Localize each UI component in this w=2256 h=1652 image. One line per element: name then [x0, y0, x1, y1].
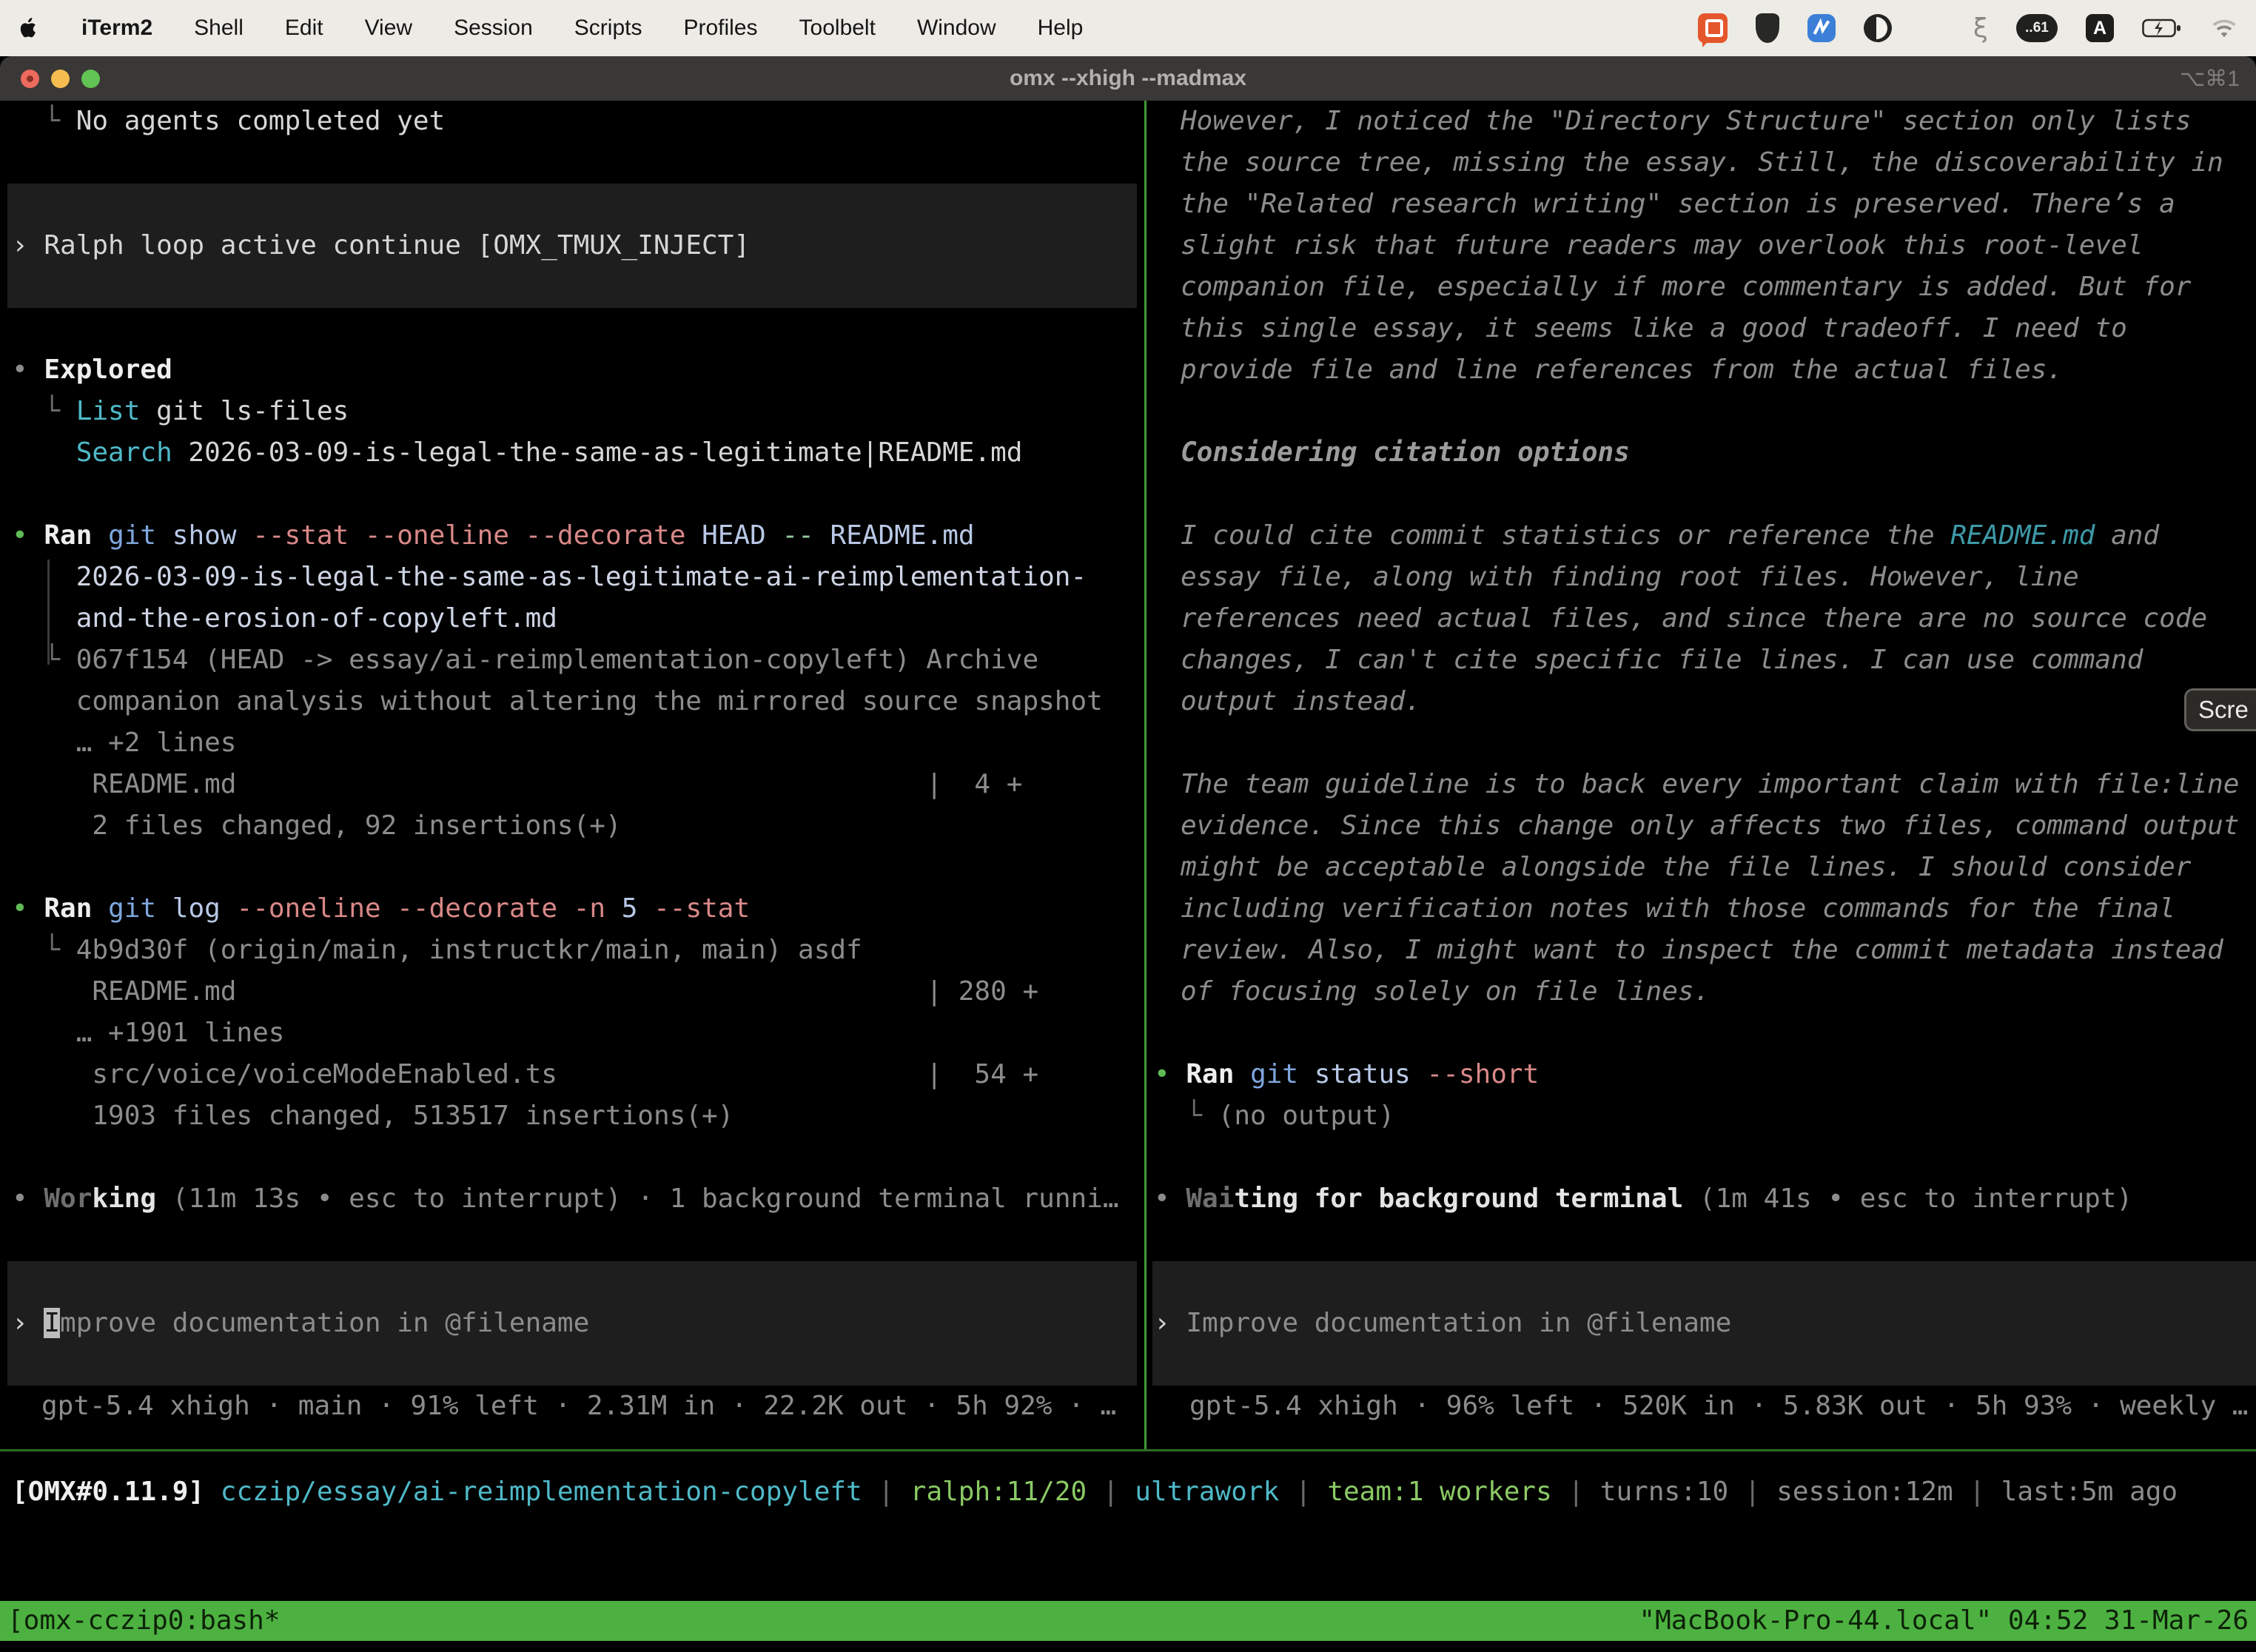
left-agent-pane: └ No agents completed yet › Ralph loop a… — [0, 101, 1146, 1449]
git-log-stat-readme: README.md | 280 + — [0, 971, 1146, 1013]
thinking-para1-line2: the source tree, missing the essay. Stil… — [1148, 142, 2256, 184]
agents-completed-line: └ No agents completed yet — [0, 101, 1146, 142]
thinking-para3-line5: review. Also, I might want to inspect th… — [1148, 930, 2256, 971]
thinking-para3-line2: evidence. Since this change only affects… — [1148, 805, 2256, 847]
zigzag-badge-icon[interactable] — [1807, 14, 1836, 42]
thinking-para3-line3: might be acceptable alongside the file l… — [1148, 847, 2256, 888]
thinking-para2-line4: changes, I can't cite specific file line… — [1148, 639, 2256, 681]
explored-header: • Explored — [0, 349, 1146, 391]
menu-item-window[interactable]: Window — [917, 16, 996, 41]
git-log-command-line: • Ran git log --oneline --decorate -n 5 … — [0, 888, 1146, 930]
git-status-command-line: • Ran git status --short — [1148, 1054, 2256, 1095]
thinking-para2-line2: essay file, along with finding root file… — [1148, 557, 2256, 598]
thinking-para3-line1: The team guideline is to back every impo… — [1148, 764, 2256, 805]
thinking-para1-line5: companion file, especially if more comme… — [1148, 266, 2256, 308]
window-title: omx --xhigh --madmax — [0, 56, 2256, 101]
menu-item-edit[interactable]: Edit — [285, 16, 323, 41]
menu-item-session[interactable]: Session — [454, 16, 533, 41]
battery-icon[interactable] — [2142, 18, 2182, 38]
thinking-para1-line6: this single essay, it seems like a good … — [1148, 308, 2256, 349]
screen-share-tab[interactable]: Scre — [2184, 688, 2256, 731]
explored-search-line: Search 2026-03-09-is-legal-the-same-as-l… — [0, 432, 1146, 474]
menu-item-iterm2[interactable]: iTerm2 — [81, 16, 152, 41]
tmux-host-clock-label: "MacBook-Pro-44.local" 04:52 31-Mar-26 — [1639, 1601, 2249, 1641]
git-log-stat-voice: src/voice/voiceModeEnabled.ts | 54 + — [0, 1054, 1146, 1095]
menu-item-scripts[interactable]: Scripts — [574, 16, 642, 41]
screen: iTerm2 Shell Edit View Session Scripts P… — [0, 0, 2256, 1652]
right-session-status-line: gpt-5.4 xhigh · 96% left · 520K in · 5.8… — [1148, 1386, 2256, 1427]
git-show-files-changed: 2 files changed, 92 insertions(+) — [0, 805, 1146, 847]
terminal: └ No agents completed yet › Ralph loop a… — [0, 101, 2256, 1652]
menu-item-view[interactable]: View — [365, 16, 412, 41]
right-agent-pane: However, I noticed the "Directory Struct… — [1148, 101, 2256, 1449]
git-log-more-lines: … +1901 lines — [0, 1013, 1146, 1054]
git-show-arg-wrap-2: and-the-erosion-of-copyleft.md — [0, 598, 1146, 639]
ralph-loop-banner-line: › Ralph loop active continue [OMX_TMUX_I… — [0, 225, 1146, 266]
thinking-para3-line6: of focusing solely on file lines. — [1148, 971, 2256, 1013]
working-status-line: • Working (11m 13s • esc to interrupt) ·… — [0, 1178, 1146, 1220]
omx-status-line: [OMX#0.11.9] cczip/essay/ai-reimplementa… — [0, 1471, 2256, 1513]
thinking-para3-line4: including verification notes with those … — [1148, 888, 2256, 930]
apple-menu-icon[interactable] — [18, 15, 40, 41]
window-shortcut-badge: ⌥⌘1 — [2180, 56, 2240, 101]
tmux-status-bar: [omx-cczip0:bash* "MacBook-Pro-44.local"… — [0, 1601, 2256, 1641]
chat-bubble-icon[interactable] — [1698, 13, 1728, 43]
tmux-session-window-label: [omx-cczip0:bash* — [7, 1601, 280, 1641]
git-show-command-line: • Ran git show --stat --oneline --decora… — [0, 515, 1146, 557]
right-prompt-input[interactable]: › Improve documentation in @filename — [1148, 1303, 2256, 1344]
git-show-arg-wrap-1: 2026-03-09-is-legal-the-same-as-legitima… — [0, 557, 1146, 598]
shield-grid-icon[interactable] — [1756, 13, 1779, 43]
thinking-para1-line3: the "Related research writing" section i… — [1148, 184, 2256, 225]
git-show-stat-readme: README.md | 4 + — [0, 764, 1146, 805]
crescent-circle-icon[interactable] — [1864, 14, 1892, 42]
waiting-status-line: • Waiting for background terminal (1m 41… — [1148, 1178, 2256, 1220]
explored-list-line: └ List git ls-files — [0, 391, 1146, 432]
menu-item-help[interactable]: Help — [1038, 16, 1084, 41]
menu-item-profiles[interactable]: Profiles — [683, 16, 757, 41]
thinking-para1-line1: However, I noticed the "Directory Struct… — [1148, 101, 2256, 142]
badge-61-icon[interactable]: ..61 — [2016, 14, 2058, 42]
thinking-para1-line4: slight risk that future readers may over… — [1148, 225, 2256, 266]
git-log-commit-line: └ 4b9d30f (origin/main, instructkr/main,… — [0, 930, 1146, 971]
git-log-files-changed: 1903 files changed, 513517 insertions(+) — [0, 1095, 1146, 1137]
thinking-para2-line3: references need actual files, and since … — [1148, 598, 2256, 639]
pane-bottom-border — [0, 1449, 2256, 1451]
git-show-more-lines: … +2 lines — [0, 722, 1146, 764]
dots-grid-icon[interactable] — [1920, 16, 1945, 41]
wifi-icon[interactable] — [2210, 17, 2238, 39]
window-title-bar: omx --xhigh --madmax ⌥⌘1 — [0, 56, 2256, 101]
menu-item-toolbelt[interactable]: Toolbelt — [799, 16, 876, 41]
menu-bar: iTerm2 Shell Edit View Session Scripts P… — [0, 0, 2256, 56]
git-show-commit-wrap: companion analysis without altering the … — [0, 681, 1146, 722]
thinking-para2-line1: I could cite commit statistics or refere… — [1148, 515, 2256, 557]
squiggle-icon[interactable]: ξ — [1973, 13, 1988, 44]
menu-item-shell[interactable]: Shell — [194, 16, 244, 41]
input-source-icon[interactable]: A — [2086, 14, 2114, 42]
thinking-para2-line5: output instead. — [1148, 681, 2256, 722]
thinking-heading: Considering citation options — [1148, 432, 2256, 474]
menu-bar-status-icons: ξ ..61 A — [1698, 13, 2238, 44]
left-session-status-line: gpt-5.4 xhigh · main · 91% left · 2.31M … — [0, 1386, 1146, 1427]
thinking-para1-line7: provide file and line references from th… — [1148, 349, 2256, 391]
left-prompt-input[interactable]: › Improve documentation in @filename — [0, 1303, 1146, 1344]
git-status-no-output: └ (no output) — [1148, 1095, 2256, 1137]
git-show-commit-line: └ 067f154 (HEAD -> essay/ai-reimplementa… — [0, 639, 1146, 681]
